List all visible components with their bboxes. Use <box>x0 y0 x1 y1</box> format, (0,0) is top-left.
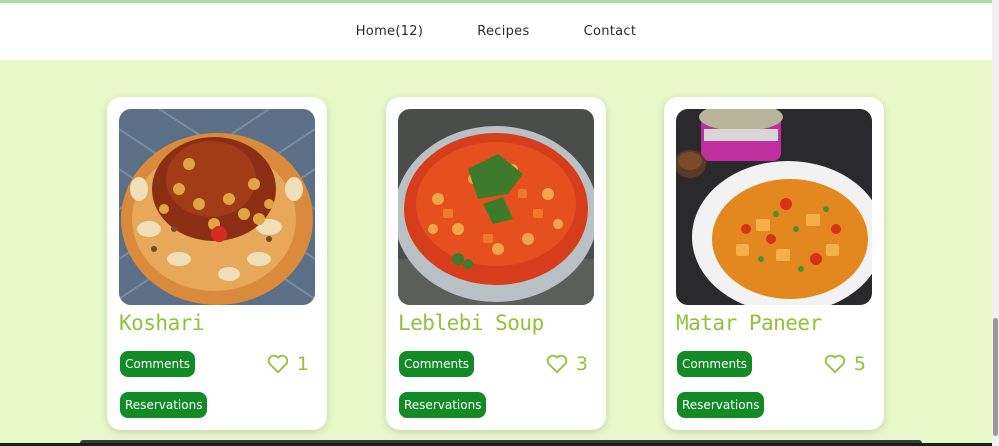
recipe-title: Koshari <box>119 311 205 335</box>
like-count: 1 <box>296 353 309 375</box>
heart-icon[interactable] <box>824 354 846 374</box>
nav-link-recipes[interactable]: Recipes <box>477 24 529 39</box>
koshari-photo <box>119 109 315 305</box>
reservations-button[interactable]: Reservations <box>120 392 208 418</box>
recipe-card-koshari: Koshari Comments 1 Reservations <box>107 97 327 430</box>
like-control[interactable]: 3 <box>546 353 588 375</box>
recipe-title: Matar Paneer <box>676 311 822 335</box>
like-count: 3 <box>575 353 588 375</box>
recipe-card-matar-paneer: Matar Paneer Comments 5 Reservations <box>664 97 884 430</box>
reservations-button[interactable]: Reservations <box>677 392 765 418</box>
vertical-scrollbar[interactable] <box>992 0 999 446</box>
reservations-button[interactable]: Reservations <box>399 392 487 418</box>
like-count: 5 <box>853 353 866 375</box>
recipe-card-leblebi-soup: Leblebi Soup Comments 3 Reservations <box>386 97 606 430</box>
matar-paneer-photo <box>676 109 872 305</box>
comments-button[interactable]: Comments <box>120 351 196 377</box>
nav-link-home[interactable]: Home(12) <box>356 24 423 39</box>
leblebi-soup-photo <box>398 109 594 305</box>
heart-icon[interactable] <box>267 354 289 374</box>
comments-button[interactable]: Comments <box>677 351 753 377</box>
scrollbar-thumb[interactable] <box>993 318 998 436</box>
nav-link-contact[interactable]: Contact <box>584 24 637 39</box>
comments-button[interactable]: Comments <box>399 351 475 377</box>
navbar: Home(12) Recipes Contact <box>0 3 992 60</box>
like-control[interactable]: 1 <box>267 353 309 375</box>
like-control[interactable]: 5 <box>824 353 866 375</box>
recipe-title: Leblebi Soup <box>398 311 544 335</box>
heart-icon[interactable] <box>546 354 568 374</box>
